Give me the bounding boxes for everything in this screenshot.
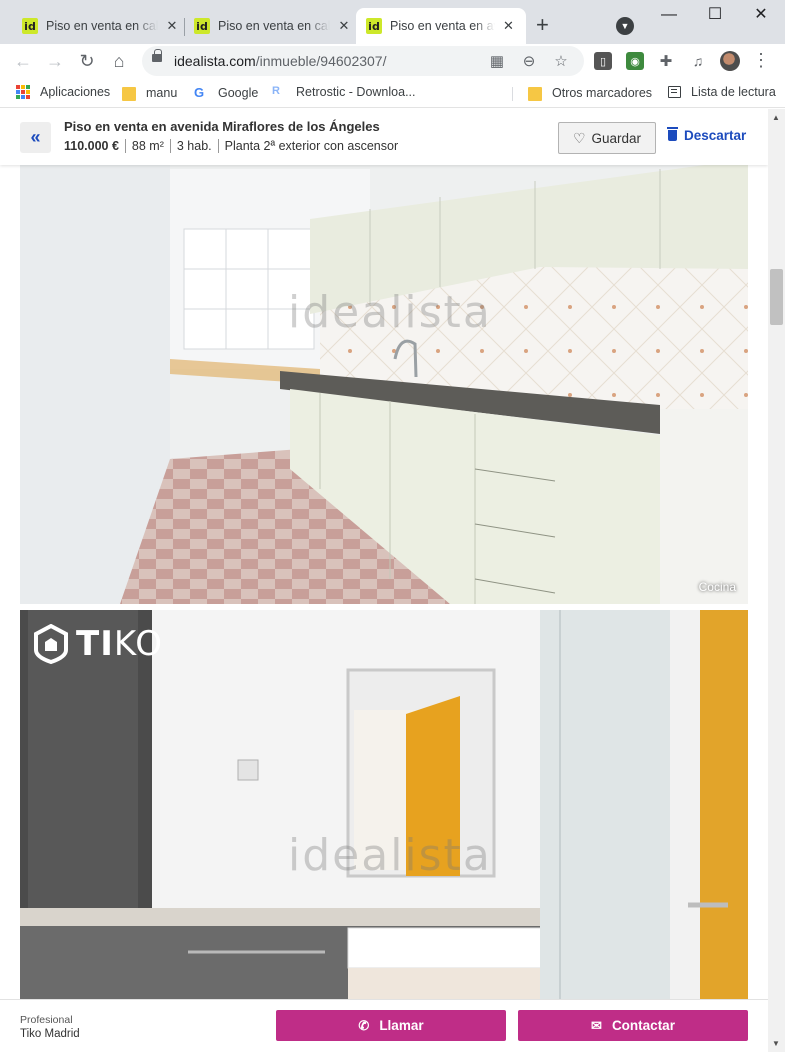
idealista-watermark: idealista (288, 830, 492, 881)
close-tab-icon[interactable]: ✕ (501, 18, 516, 34)
save-button[interactable]: ♡ Guardar (558, 122, 656, 154)
close-tab-icon[interactable]: ✕ (336, 18, 352, 34)
close-tab-icon[interactable]: ✕ (164, 18, 180, 34)
reading-list[interactable]: Lista de lectura (668, 85, 776, 99)
bathroom-photo-image (20, 610, 748, 1010)
bookmark-star-icon[interactable]: ☆ (552, 52, 570, 70)
scroll-down-arrow-icon[interactable]: ▼ (772, 1039, 780, 1048)
puzzle-extensions-icon[interactable]: ✚ (657, 52, 675, 70)
bookmark-retrostic[interactable]: R Retrostic - Downloa... (272, 85, 415, 99)
idealista-favicon-icon: id (22, 18, 38, 34)
tiko-logo-text-light: KO (113, 624, 164, 664)
contact-label: Contactar (611, 1018, 675, 1033)
profile-avatar[interactable] (720, 51, 740, 71)
photo-gallery: idealista Cocina TI KO idealista « Piso … (0, 109, 768, 1052)
bookmark-label: Retrostic - Downloa... (296, 85, 416, 99)
call-label: Llamar (379, 1018, 424, 1033)
minimize-window-button[interactable]: — (646, 4, 692, 26)
retrostic-icon: R (272, 85, 280, 97)
bookmark-label: Otros marcadores (552, 86, 653, 100)
advertiser-type: Profesional (20, 1014, 73, 1026)
phone-icon: ✆ (358, 1017, 370, 1033)
chat-icon: ✉ (591, 1017, 602, 1033)
save-label: Guardar (591, 130, 642, 146)
property-size: 88 m² (124, 139, 170, 153)
address-bar[interactable]: idealista.com/inmueble/94602307/ ▦ ⊖ ☆ (142, 46, 584, 76)
back-chevrons-icon[interactable]: « (20, 122, 51, 153)
apps-grid-icon (16, 85, 30, 99)
contact-bar: Profesional Tiko Madrid ✆ Llamar ✉ Conta… (0, 999, 768, 1052)
photo-caption: Cocina (698, 580, 736, 594)
reading-list-icon (668, 86, 681, 98)
property-features: 110.000 € 88 m² 3 hab. Planta 2ª exterio… (64, 139, 404, 153)
bookmarks-bar: Aplicaciones manu G Google R Retrostic -… (0, 78, 785, 108)
browser-tab-strip: id Piso en venta en calle ✕ id Piso en v… (0, 0, 785, 44)
reload-icon[interactable]: ↻ (76, 50, 98, 72)
media-control-icon[interactable]: ♫ (689, 52, 707, 70)
browser-tab-active[interactable]: id Piso en venta en avenida ✕ (356, 8, 526, 44)
bookmark-apps[interactable]: Aplicaciones (16, 85, 110, 99)
scrollbar-thumb[interactable] (770, 269, 783, 325)
property-sticky-header: « Piso en venta en avenida Miraflores de… (0, 109, 768, 165)
zoom-icon[interactable]: ⊖ (520, 52, 538, 70)
forward-arrow-icon[interactable]: → (44, 50, 66, 72)
url-text[interactable]: idealista.com/inmueble/94602307/ (174, 53, 386, 69)
property-photo-bathroom[interactable]: TI KO idealista (20, 610, 748, 1010)
maximize-window-button[interactable]: ☐ (692, 4, 738, 26)
browser-tab[interactable]: id Piso en venta en calle ✕ (12, 8, 190, 44)
tab-title: Piso en venta en calle (218, 19, 330, 33)
browser-tab[interactable]: id Piso en venta en calle ✕ (184, 8, 362, 44)
discard-button[interactable]: Descartar (667, 127, 747, 143)
discard-label: Descartar (684, 128, 747, 143)
idealista-favicon-icon: id (366, 18, 382, 34)
heart-icon: ♡ (572, 129, 586, 146)
bookmark-google[interactable]: G Google (194, 85, 258, 100)
bookmark-folder-manu[interactable]: manu (122, 85, 177, 101)
bookmark-other-folder[interactable]: Otros marcadores (528, 85, 652, 101)
folder-icon (528, 87, 542, 101)
bookmark-label: manu (146, 86, 178, 100)
bookmark-label: Aplicaciones (40, 85, 111, 99)
new-tab-button[interactable]: + (536, 14, 549, 36)
qr-code-icon[interactable]: ▦ (488, 52, 506, 70)
url-path: /inmueble/94602307/ (255, 53, 387, 69)
advertiser-name[interactable]: Tiko Madrid (20, 1028, 80, 1040)
close-window-button[interactable]: ✕ (738, 4, 784, 26)
tab-title: Piso en venta en avenida (390, 19, 495, 33)
property-floor: Planta 2ª exterior con ascensor (217, 139, 404, 153)
property-title[interactable]: Piso en venta en avenida Miraflores de l… (64, 119, 380, 134)
page-viewport: idealista Cocina TI KO idealista « Piso … (0, 109, 785, 1052)
call-button[interactable]: ✆ Llamar (276, 1010, 506, 1041)
tab-title: Piso en venta en calle (46, 19, 158, 33)
tiko-brand-logo: TI KO (34, 624, 163, 664)
idealista-watermark: idealista (288, 287, 492, 338)
url-domain: idealista.com (174, 53, 256, 69)
page-scrollbar[interactable]: ▲ ▼ (768, 109, 785, 1052)
tiko-logo-text-bold: TI (76, 624, 114, 664)
property-price: 110.000 € (64, 139, 119, 153)
extension-icon[interactable]: ◉ (626, 52, 644, 70)
lock-icon[interactable] (152, 49, 162, 62)
bookmark-label: Google (218, 85, 259, 100)
tiko-shield-icon (34, 624, 68, 664)
bookmarks-divider (512, 87, 513, 101)
scroll-up-arrow-icon[interactable]: ▲ (772, 113, 780, 122)
property-photo-kitchen[interactable]: idealista Cocina (20, 109, 748, 604)
back-arrow-icon[interactable]: ← (12, 50, 34, 72)
browser-toolbar: ← → ↻ ⌂ idealista.com/inmueble/94602307/… (0, 44, 785, 78)
tab-search-icon[interactable]: ▼ (616, 17, 634, 35)
idealista-favicon-icon: id (194, 18, 210, 34)
kitchen-photo-image (20, 109, 748, 604)
extension-icon[interactable]: ▯ (594, 52, 612, 70)
google-icon: G (194, 85, 205, 100)
folder-icon (122, 87, 136, 101)
property-rooms: 3 hab. (169, 139, 218, 153)
home-icon[interactable]: ⌂ (108, 50, 130, 72)
contact-button[interactable]: ✉ Contactar (518, 1010, 748, 1041)
trash-icon (667, 127, 678, 141)
browser-menu-icon[interactable]: ⋮ (752, 50, 770, 70)
bookmark-label: Lista de lectura (691, 85, 776, 99)
